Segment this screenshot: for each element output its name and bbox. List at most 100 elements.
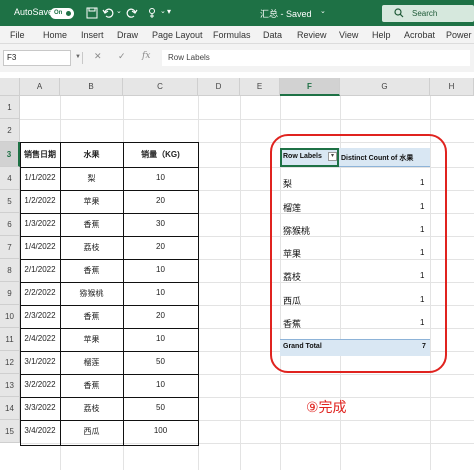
- header-sales-kg[interactable]: 销量（KG): [123, 149, 198, 160]
- column-header-b[interactable]: B: [60, 78, 123, 96]
- row-header-13[interactable]: 13: [0, 374, 20, 397]
- cell-date[interactable]: 3/4/2022: [20, 426, 60, 435]
- tab-view[interactable]: View: [339, 30, 358, 40]
- more-commands-icon[interactable]: ▾: [167, 7, 171, 16]
- cell-sales[interactable]: 100: [123, 426, 198, 435]
- row-header-10[interactable]: 10: [0, 305, 20, 328]
- cancel-icon[interactable]: ✕: [94, 51, 102, 62]
- cell-sales[interactable]: 50: [123, 403, 198, 412]
- tab-insert[interactable]: Insert: [81, 30, 104, 40]
- tab-draw[interactable]: Draw: [117, 30, 138, 40]
- save-icon[interactable]: [86, 7, 98, 19]
- cell-sales[interactable]: 50: [123, 357, 198, 366]
- cell-sales[interactable]: 10: [123, 334, 198, 343]
- cell-date[interactable]: 2/1/2022: [20, 265, 60, 274]
- select-all-corner[interactable]: [0, 78, 20, 96]
- column-header-a[interactable]: A: [20, 78, 60, 96]
- cell-date[interactable]: 1/4/2022: [20, 242, 60, 251]
- row-header-5[interactable]: 5: [0, 190, 20, 213]
- autosave-toggle[interactable]: On: [50, 8, 74, 19]
- title-dropdown-icon[interactable]: ⌄: [320, 7, 326, 15]
- cell-fruit[interactable]: 苹果: [60, 196, 123, 207]
- cell-sales[interactable]: 10: [123, 288, 198, 297]
- column-header-c[interactable]: C: [123, 78, 198, 96]
- cell-date[interactable]: 2/2/2022: [20, 288, 60, 297]
- name-box[interactable]: F3: [3, 50, 71, 66]
- cell-sales[interactable]: 10: [123, 265, 198, 274]
- cell-fruit[interactable]: 梨: [60, 173, 123, 184]
- row-header-4[interactable]: 4: [0, 167, 20, 190]
- column-header-g[interactable]: G: [340, 78, 430, 96]
- cell-fruit[interactable]: 苹果: [60, 334, 123, 345]
- cell-fruit[interactable]: 榴莲: [60, 357, 123, 368]
- cell-fruit[interactable]: 西瓜: [60, 426, 123, 437]
- search-box[interactable]: Search: [382, 5, 474, 22]
- cell-fruit[interactable]: 香蕉: [60, 311, 123, 322]
- cell-sales[interactable]: 10: [123, 380, 198, 389]
- tab-formulas[interactable]: Formulas: [213, 30, 251, 40]
- cell-sales[interactable]: 20: [123, 242, 198, 251]
- tab-home[interactable]: Home: [43, 30, 67, 40]
- enter-icon[interactable]: ✓: [118, 51, 126, 62]
- insert-function-icon[interactable]: fx: [142, 51, 150, 61]
- row-header-1[interactable]: 1: [0, 96, 20, 119]
- row-header-3[interactable]: 3: [0, 142, 20, 167]
- ribbon-tabs: File Home Insert Draw Page Layout Formul…: [0, 26, 474, 44]
- cell-date[interactable]: 1/2/2022: [20, 196, 60, 205]
- column-header-e[interactable]: E: [240, 78, 280, 96]
- formula-bar: F3 ▼ ✕ ✓ fx Row Labels: [0, 44, 474, 72]
- row-header-6[interactable]: 6: [0, 213, 20, 236]
- gridline: [240, 96, 241, 470]
- tab-page-layout[interactable]: Page Layout: [152, 30, 203, 40]
- cell-fruit[interactable]: 荔枝: [60, 242, 123, 253]
- touch-mode-icon[interactable]: [146, 7, 158, 19]
- cell-sales[interactable]: 10: [123, 173, 198, 182]
- tab-data[interactable]: Data: [263, 30, 282, 40]
- row-header-8[interactable]: 8: [0, 259, 20, 282]
- cell-sales[interactable]: 20: [123, 311, 198, 320]
- tab-power[interactable]: Power: [446, 30, 472, 40]
- row-header-9[interactable]: 9: [0, 282, 20, 305]
- highlight-outline: [270, 134, 447, 373]
- cell-date[interactable]: 1/3/2022: [20, 219, 60, 228]
- tab-help[interactable]: Help: [372, 30, 391, 40]
- cell-sales[interactable]: 30: [123, 219, 198, 228]
- search-placeholder: Search: [412, 9, 438, 18]
- formula-input[interactable]: Row Labels: [162, 50, 470, 66]
- row-header-7[interactable]: 7: [0, 236, 20, 259]
- tab-acrobat[interactable]: Acrobat: [404, 30, 435, 40]
- undo-icon[interactable]: [102, 7, 114, 19]
- row-header-15[interactable]: 15: [0, 420, 20, 443]
- cell-date[interactable]: 2/4/2022: [20, 334, 60, 343]
- cell-date[interactable]: 3/2/2022: [20, 380, 60, 389]
- cell-sales[interactable]: 20: [123, 196, 198, 205]
- cell-fruit[interactable]: 香蕉: [60, 265, 123, 276]
- redo-icon[interactable]: [126, 7, 138, 19]
- cell-date[interactable]: 2/3/2022: [20, 311, 60, 320]
- completion-annotation: ⑨完成: [306, 399, 347, 415]
- cell-fruit[interactable]: 香蕉: [60, 380, 123, 391]
- cell-date[interactable]: 1/1/2022: [20, 173, 60, 182]
- cell-fruit[interactable]: 荔枝: [60, 403, 123, 414]
- tab-file[interactable]: File: [10, 30, 25, 40]
- cell-fruit[interactable]: 猕猴桃: [60, 288, 123, 299]
- autosave-label: AutoSave: [14, 7, 54, 17]
- row-header-12[interactable]: 12: [0, 351, 20, 374]
- header-fruit[interactable]: 水果: [60, 149, 123, 160]
- cell-date[interactable]: 3/3/2022: [20, 403, 60, 412]
- column-header-h[interactable]: H: [430, 78, 474, 96]
- undo-dropdown-icon[interactable]: ⌄: [116, 7, 122, 15]
- row-header-2[interactable]: 2: [0, 119, 20, 142]
- title-bar: AutoSave On ⌄ ⌄ ▾ 汇总 - Saved ⌄ Search: [0, 0, 474, 26]
- column-header-d[interactable]: D: [198, 78, 240, 96]
- row-header-14[interactable]: 14: [0, 397, 20, 420]
- column-header-f[interactable]: F: [280, 78, 340, 96]
- header-sale-date[interactable]: 销售日期: [20, 149, 60, 160]
- name-box-dropdown-icon[interactable]: ▼: [75, 54, 81, 60]
- tab-review[interactable]: Review: [297, 30, 327, 40]
- customize-dropdown-icon[interactable]: ⌄: [160, 7, 166, 15]
- cell-date[interactable]: 3/1/2022: [20, 357, 60, 366]
- cell-fruit[interactable]: 香蕉: [60, 219, 123, 230]
- row-header-11[interactable]: 11: [0, 328, 20, 351]
- search-icon: [394, 8, 404, 18]
